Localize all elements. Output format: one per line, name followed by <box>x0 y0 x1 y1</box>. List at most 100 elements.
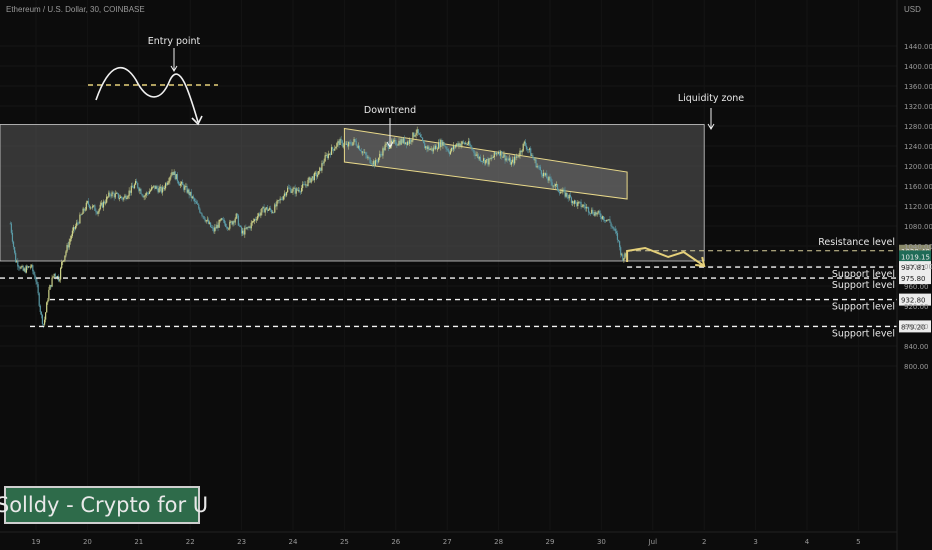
candle-body <box>611 226 613 227</box>
candle-body <box>495 153 498 155</box>
candle-body <box>512 159 515 164</box>
candle-body <box>166 183 168 185</box>
candle-body <box>307 179 309 186</box>
candle-body <box>455 145 457 148</box>
candle-body <box>54 273 56 277</box>
candle-body <box>116 193 118 195</box>
candle-body <box>332 147 334 150</box>
candle-body <box>413 132 415 137</box>
candle-body <box>347 143 349 147</box>
candle-body <box>453 145 455 150</box>
candle-body <box>265 207 267 209</box>
candle-body <box>293 187 295 189</box>
candle-body <box>585 207 588 209</box>
candle-body <box>460 144 462 147</box>
candle-body <box>142 195 144 198</box>
candle-body <box>68 241 70 248</box>
candle-body <box>283 193 286 197</box>
candle-body <box>80 214 82 216</box>
candle-body <box>320 167 322 171</box>
candle-body <box>589 212 591 214</box>
candle-body <box>138 187 140 191</box>
candle-body <box>83 208 85 211</box>
candle-body <box>158 188 160 193</box>
candle-body <box>514 156 516 164</box>
candle-body <box>303 184 305 186</box>
candle-body <box>227 227 229 229</box>
candle-body <box>484 158 486 164</box>
candle-body <box>538 166 540 168</box>
candle-body <box>454 145 456 148</box>
y-tick-label: 1280.00 <box>904 123 932 131</box>
candle-body <box>189 191 191 196</box>
candle-body <box>483 158 485 162</box>
x-tick-label: 23 <box>237 538 246 546</box>
price-chart[interactable]: 1030.48Resistance level1019.15997.81Supp… <box>0 0 932 550</box>
candle-body <box>170 175 172 178</box>
candle-body <box>35 278 37 282</box>
candle-body <box>375 160 378 162</box>
x-tick-label: 3 <box>753 538 757 546</box>
candle-body <box>518 156 520 157</box>
candle-body <box>161 187 163 193</box>
y-tick-label: 1320.00 <box>904 103 932 111</box>
candle-body <box>181 182 183 184</box>
candle-body <box>285 192 288 196</box>
candle-body <box>419 134 422 138</box>
candle-body <box>298 190 301 192</box>
candle-body <box>270 210 273 213</box>
candle-body <box>217 224 219 228</box>
candle-body <box>145 192 147 196</box>
candle-body <box>476 154 478 156</box>
candle-body <box>366 155 368 158</box>
candle-body <box>524 141 526 146</box>
candle-body <box>601 216 604 219</box>
support-label: Support level <box>832 328 895 339</box>
candle-body <box>583 204 585 207</box>
candle-body <box>516 156 518 158</box>
candle-body <box>376 161 379 163</box>
candle-body <box>318 171 320 175</box>
candle-body <box>208 222 211 224</box>
candle-body <box>191 196 193 198</box>
candle-body <box>204 219 206 222</box>
candle-body <box>436 148 439 150</box>
candle-body <box>34 274 36 279</box>
candle-body <box>414 135 416 137</box>
candle-body <box>252 221 254 222</box>
y-tick-label: 1160.00 <box>904 183 932 191</box>
candle-body <box>503 154 505 157</box>
candle-body <box>222 219 224 221</box>
candle-body <box>248 226 250 228</box>
candle-body <box>345 143 348 145</box>
candle-body <box>352 142 354 146</box>
candle-body <box>531 155 533 157</box>
candle-body <box>431 148 433 152</box>
candle-body <box>144 195 146 197</box>
candle-body <box>234 218 236 223</box>
candle-body <box>244 227 246 235</box>
candle-body <box>136 181 138 183</box>
candle-body <box>130 185 132 193</box>
candle-body <box>66 245 68 252</box>
candle-body <box>412 132 414 141</box>
candle-body <box>594 212 596 216</box>
candle-body <box>462 141 464 143</box>
candle-body <box>441 139 443 146</box>
x-tick-label: 20 <box>83 538 92 546</box>
candle-body <box>619 241 621 248</box>
candle-body <box>511 159 514 163</box>
candle-body <box>610 222 612 227</box>
candle-body <box>266 207 268 211</box>
candle-body <box>22 266 24 271</box>
candle-body <box>82 208 84 214</box>
candle-body <box>184 186 186 190</box>
candle-body <box>93 205 95 207</box>
candle-body <box>221 218 223 220</box>
candle-body <box>360 151 363 153</box>
candle-body <box>87 201 90 205</box>
candle-body <box>457 143 459 146</box>
candle-body <box>133 184 136 189</box>
candle-body <box>382 148 384 156</box>
candle-body <box>100 202 102 205</box>
